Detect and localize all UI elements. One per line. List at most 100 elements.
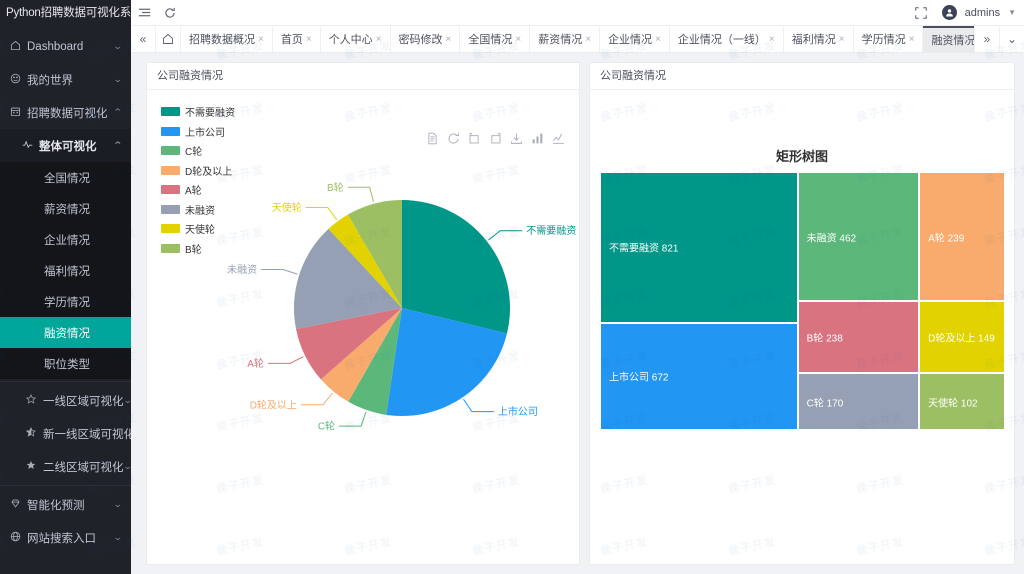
sidebar-item-0[interactable]: Dashboard ⌄ — [0, 30, 131, 63]
pie-label-4: A轮 — [247, 357, 264, 370]
tab-list: 招聘数据概况 × 首页 × 个人中心 × 密码修改 × 全国情况 × 薪资情况 × 企业情况 × 企业情况（… — [181, 26, 974, 52]
treemap-node-1[interactable]: 上市公司 672 — [600, 322, 798, 430]
chevron-up-icon: ⌃ — [113, 107, 124, 117]
pie-label-2: C轮 — [318, 420, 335, 433]
tab-10[interactable]: 融资情况× — [923, 26, 974, 52]
sidebar-item-label: 学历情况 — [44, 296, 90, 309]
zoom-in-icon[interactable] — [468, 132, 481, 145]
tab-close-icon[interactable]: × — [769, 34, 775, 45]
sidebar-item-5[interactable]: 薪资情况 — [0, 193, 131, 224]
pie-label-line-2 — [339, 411, 367, 427]
treemap-chart[interactable]: 不需要融资 821 上市公司 672 未融资 462 A轮 239 B轮 238 D轮及以… — [600, 172, 1005, 430]
legend-item-6[interactable]: 天使轮 — [161, 221, 235, 236]
sidebar-item-label: Dashboard — [27, 40, 84, 53]
sidebar-item-8[interactable]: 学历情况 — [0, 286, 131, 317]
sidebar-item-label: 网站搜索入口 — [27, 532, 96, 545]
sidebar-item-3[interactable]: 整体可视化 ⌃ — [0, 129, 131, 162]
tab-close-icon[interactable]: × — [446, 34, 452, 45]
pie-label-line-7 — [347, 186, 374, 202]
tab-close-icon[interactable]: × — [258, 34, 264, 45]
treemap-node-2[interactable]: 未融资 462 — [797, 172, 920, 301]
tab-label: 个人中心 — [328, 34, 373, 46]
tab-1[interactable]: 首页 × — [273, 26, 321, 52]
smile-icon — [10, 73, 27, 87]
sidebar-item-1[interactable]: 我的世界 ⌄ — [0, 63, 131, 96]
menu-fold-icon[interactable] — [131, 0, 157, 26]
tab-bar-actions: » ⌄ — [974, 26, 1024, 52]
tab-dropdown-button[interactable]: ⌄ — [999, 26, 1024, 52]
legend-label: D轮及以上 — [185, 166, 233, 178]
legend-item-4[interactable]: A轮 — [161, 182, 235, 197]
sidebar-item-15[interactable]: 网站搜索入口 ⌄ — [0, 521, 131, 554]
zoom-out-icon[interactable] — [489, 132, 502, 145]
restore-icon[interactable] — [447, 132, 460, 145]
legend-item-7[interactable]: B轮 — [161, 241, 235, 256]
treemap-node-3[interactable]: A轮 239 — [919, 172, 1005, 301]
tab-3[interactable]: 密码修改 × — [391, 26, 461, 52]
tab-9[interactable]: 学历情况 × — [854, 26, 924, 52]
legend-swatch — [161, 165, 180, 175]
legend-label: 上市公司 — [185, 127, 225, 139]
fullscreen-icon[interactable] — [908, 0, 934, 26]
sidebar-divider — [0, 485, 131, 486]
star-outline-icon — [25, 394, 43, 407]
top-bar-right: admins ▼ — [908, 0, 1024, 26]
tab-scroll-left-button[interactable]: « — [131, 26, 156, 52]
sidebar-item-label: 全国情况 — [44, 172, 90, 185]
tab-close-icon[interactable]: × — [909, 34, 915, 45]
treemap-node-6[interactable]: D轮及以上 149 — [919, 301, 1005, 374]
sidebar-item-12[interactable]: 新一线区域可视化⌄ — [0, 417, 131, 450]
sidebar-item-label: 企业情况 — [44, 234, 90, 247]
treemap-node-7[interactable]: 天使轮 102 — [919, 373, 1005, 430]
treemap-node-5[interactable]: C轮 170 — [797, 373, 920, 430]
chevron-down-icon[interactable]: ▼ — [1008, 8, 1016, 17]
tab-7[interactable]: 企业情况（一线） × — [670, 26, 784, 52]
user-name: admins — [964, 6, 1001, 19]
tab-8[interactable]: 福利情况 × — [784, 26, 854, 52]
tab-close-icon[interactable]: × — [515, 34, 521, 45]
tab-5[interactable]: 薪资情况 × — [530, 26, 601, 52]
treemap-node-0[interactable]: 不需要融资 821 — [600, 172, 798, 323]
legend-label: B轮 — [185, 244, 202, 256]
refresh-icon[interactable] — [157, 0, 183, 26]
tab-close-icon[interactable]: × — [585, 34, 591, 45]
data-view-icon[interactable] — [426, 132, 439, 145]
sidebar-item-13[interactable]: 二线区域可视化⌄ — [0, 450, 131, 483]
legend-item-5[interactable]: 未融资 — [161, 202, 235, 217]
download-icon[interactable] — [510, 132, 523, 145]
line-chart-icon[interactable] — [552, 132, 565, 145]
chevron-down-icon: ⌄ — [122, 395, 131, 406]
sidebar-item-6[interactable]: 企业情况 — [0, 224, 131, 255]
tab-close-icon[interactable]: × — [839, 34, 845, 45]
legend-item-1[interactable]: 上市公司 — [161, 124, 235, 139]
tab-label: 融资情况 — [931, 35, 974, 47]
tab-close-icon[interactable]: × — [655, 34, 661, 45]
sidebar-item-4[interactable]: 全国情况 — [0, 162, 131, 193]
bar-chart-icon[interactable] — [531, 132, 544, 145]
legend-item-3[interactable]: D轮及以上 — [161, 163, 235, 178]
sidebar-item-10[interactable]: 职位类型 — [0, 348, 131, 379]
globe-icon — [10, 531, 27, 545]
chevron-down-icon: ⌄ — [113, 532, 124, 542]
tab-4[interactable]: 全国情况 × — [460, 26, 531, 52]
pie-card-body: 不需要融资 上市公司 C轮 D轮及以上 A轮 未融资 天使轮 B轮 不需要融资 上市公司 C轮 D轮… — [147, 90, 579, 564]
tab-6[interactable]: 企业情况 × — [600, 26, 670, 52]
sidebar-item-11[interactable]: 一线区域可视化⌄ — [0, 384, 131, 417]
tab-close-icon[interactable]: × — [306, 34, 312, 45]
sidebar-item-2[interactable]: 招聘数据可视化 ⌃ — [0, 96, 131, 129]
legend-item-2[interactable]: C轮 — [161, 143, 235, 158]
tab-2[interactable]: 个人中心 × — [321, 26, 391, 52]
tab-scroll-right-button[interactable]: » — [974, 26, 999, 52]
legend-item-0[interactable]: 不需要融资 — [161, 104, 235, 119]
tab-home-button[interactable] — [156, 26, 181, 52]
treemap-node-label: 上市公司 672 — [609, 372, 669, 384]
chevron-up-icon: ⌃ — [113, 140, 124, 150]
user-avatar-icon[interactable] — [941, 5, 957, 20]
tab-0[interactable]: 招聘数据概况 × — [181, 26, 273, 52]
legend-swatch — [161, 107, 180, 116]
sidebar-item-7[interactable]: 福利情况 — [0, 255, 131, 286]
tab-close-icon[interactable]: × — [376, 34, 382, 45]
treemap-node-4[interactable]: B轮 238 — [797, 301, 920, 374]
sidebar-item-14[interactable]: 智能化预测 ⌄ — [0, 488, 131, 521]
sidebar-item-9[interactable]: 融资情况 — [0, 317, 131, 348]
